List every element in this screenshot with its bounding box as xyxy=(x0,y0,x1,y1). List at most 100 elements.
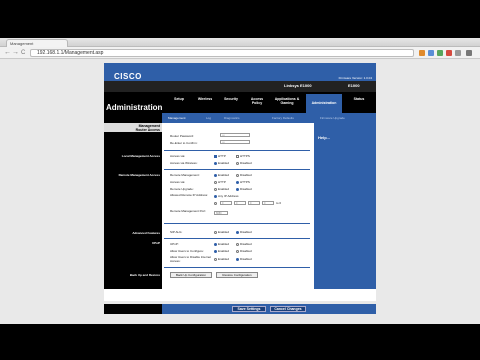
ip-range-radio[interactable] xyxy=(214,201,218,205)
browser-tab[interactable]: Management xyxy=(6,39,68,47)
disabled-label: Disabled xyxy=(240,230,252,234)
disabled-label: Disabled xyxy=(240,257,252,261)
tab-status[interactable]: Status xyxy=(346,97,372,111)
save-settings-button[interactable]: Save Settings xyxy=(232,306,266,312)
tab-administration[interactable]: Administration xyxy=(306,94,342,113)
tab-security[interactable]: Security xyxy=(218,97,244,111)
remote-https-radio[interactable]: HTTPS xyxy=(236,180,250,184)
subtab-factory-defaults[interactable]: Factory Defaults xyxy=(272,116,294,120)
remote-port-field[interactable]: 8080 xyxy=(214,211,228,215)
config-enabled-radio[interactable]: Enabled xyxy=(214,249,229,253)
disabled-label: Disabled xyxy=(240,161,252,165)
upnp-label: UPnP: xyxy=(170,242,179,246)
divider xyxy=(164,169,310,170)
reload-icon[interactable]: C xyxy=(21,49,25,57)
footer-left-block xyxy=(104,304,162,314)
address-bar[interactable]: 192.168.1.1/Management.asp xyxy=(30,49,414,57)
wrench-icon[interactable] xyxy=(466,50,472,56)
section-title-area: Administration xyxy=(104,92,162,123)
subtab-management[interactable]: Management xyxy=(168,116,186,120)
restore-configuration-button[interactable]: Restore Configuration xyxy=(216,272,258,278)
remote-upgrade-label: Remote Upgrade: xyxy=(170,187,194,191)
sip-enabled-radio[interactable]: Enabled xyxy=(214,230,229,234)
divider xyxy=(164,267,310,268)
extension-icon[interactable] xyxy=(428,50,434,56)
remote-management-label: Remote Management: xyxy=(170,173,200,177)
access-wireless-label: Access via Wireless: xyxy=(170,161,198,165)
remote-http-radio[interactable]: HTTP xyxy=(214,180,226,184)
allowed-ip-label: Allowed Remote IP Address: xyxy=(170,193,208,197)
enabled-label: Enabled xyxy=(218,242,230,246)
subtab-firmware-upgrade[interactable]: Firmware Upgrade xyxy=(320,116,345,120)
upnp-disabled-radio[interactable]: Disabled xyxy=(236,242,252,246)
ip-octet-2[interactable]: 0 xyxy=(234,201,246,205)
https-label: HTTPS xyxy=(240,154,250,158)
label-backup-restore: Back Up and Restore xyxy=(129,273,160,277)
wireless-disabled-radio[interactable]: Disabled xyxy=(236,161,252,165)
allow-config-label: Allow Users to Configure: xyxy=(170,249,204,253)
enabled-label: Enabled xyxy=(218,257,230,261)
enabled-label: Enabled xyxy=(218,161,230,165)
enabled-label: Enabled xyxy=(218,187,230,191)
sip-alg-label: SIP ALG: xyxy=(170,230,183,234)
section-head: Management Router Access xyxy=(104,123,162,132)
reenter-password-label: Re-Enter to Confirm: xyxy=(170,141,198,145)
tab-access-policy[interactable]: Access Policy xyxy=(246,97,268,111)
extension-icon[interactable] xyxy=(455,50,461,56)
remote-disabled-radio[interactable]: Disabled xyxy=(236,173,252,177)
browser-window: Management ← → C 192.168.1.1/Management.… xyxy=(0,38,480,324)
upgrade-disabled-radio[interactable]: Disabled xyxy=(236,187,252,191)
tab-applications-gaming[interactable]: Applications & Gaming xyxy=(270,97,304,111)
wireless-enabled-radio[interactable]: Enabled xyxy=(214,161,229,165)
any-ip-radio[interactable]: Any IP Address xyxy=(214,194,238,198)
upgrade-enabled-radio[interactable]: Enabled xyxy=(214,187,229,191)
extension-icon[interactable] xyxy=(419,50,425,56)
extension-icon[interactable] xyxy=(446,50,452,56)
help-link[interactable]: Help... xyxy=(318,135,330,140)
cisco-logo-text: CISCO xyxy=(114,72,142,81)
disabled-label: Disabled xyxy=(240,187,252,191)
enabled-label: Enabled xyxy=(218,230,230,234)
divider xyxy=(164,223,310,224)
backup-configuration-button[interactable]: Back Up Configuration xyxy=(170,272,212,278)
help-panel: Help... xyxy=(312,123,376,289)
section-title: Administration xyxy=(106,103,163,112)
subtab-diagnostics[interactable]: Diagnostics xyxy=(224,116,240,120)
remote-port-label: Remote Management Port: xyxy=(170,209,207,213)
router-header: CISCO Firmware Version: 1.0.04 Linksys E… xyxy=(104,63,376,92)
ip-octet-1[interactable]: 0 xyxy=(220,201,232,205)
model-code: E1000 xyxy=(348,83,360,88)
tab-setup[interactable]: Setup xyxy=(166,97,192,111)
http-checkbox[interactable]: HTTP xyxy=(214,154,226,158)
upnp-enabled-radio[interactable]: Enabled xyxy=(214,242,229,246)
router-password-field[interactable]: ••• xyxy=(220,133,250,137)
config-disabled-radio[interactable]: Disabled xyxy=(236,249,252,253)
https-label: HTTPS xyxy=(240,180,250,184)
tab-wireless[interactable]: Wireless xyxy=(192,97,218,111)
subtab-log[interactable]: Log xyxy=(206,116,211,120)
cancel-changes-button[interactable]: Cancel Changes xyxy=(270,306,306,312)
ip-octet-3[interactable]: 0 xyxy=(248,201,260,205)
divider xyxy=(164,238,310,239)
ip-octet-4[interactable]: 0 xyxy=(262,201,274,205)
model-name: Linksys E1000 xyxy=(284,83,312,88)
router-page: CISCO Firmware Version: 1.0.04 Linksys E… xyxy=(104,63,376,301)
disabled-label: Disabled xyxy=(240,173,252,177)
access-via-label: Access via: xyxy=(170,154,186,158)
sip-disabled-radio[interactable]: Disabled xyxy=(236,230,252,234)
left-label-column xyxy=(104,123,162,289)
https-checkbox[interactable]: HTTPS xyxy=(236,154,250,158)
any-ip-label: Any IP Address xyxy=(218,194,239,198)
disable-enabled-radio[interactable]: Enabled xyxy=(214,257,229,261)
reenter-password-field[interactable]: ••• xyxy=(220,140,250,144)
browser-titlebar: Management xyxy=(0,38,480,47)
enabled-label: Enabled xyxy=(218,249,230,253)
back-icon[interactable]: ← xyxy=(4,49,11,57)
http-label: HTTP xyxy=(218,180,226,184)
extension-icon[interactable] xyxy=(437,50,443,56)
router-password-label: Router Password: xyxy=(170,134,194,138)
disabled-label: Disabled xyxy=(240,249,252,253)
remote-enabled-radio[interactable]: Enabled xyxy=(214,173,229,177)
disable-disabled-radio[interactable]: Disabled xyxy=(236,257,252,261)
forward-icon[interactable]: → xyxy=(12,49,19,57)
